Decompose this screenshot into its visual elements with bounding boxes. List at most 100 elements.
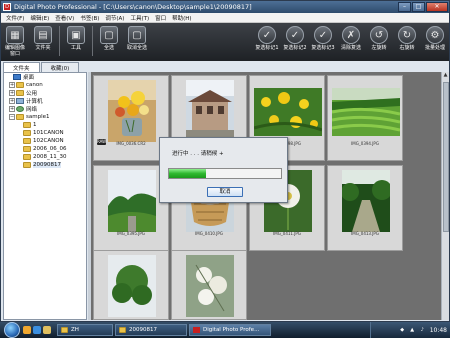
clear-check-button[interactable]: ✗ 清除复选 bbox=[337, 26, 365, 51]
progress-bar bbox=[168, 168, 282, 179]
tree-item-public[interactable]: + 公用 bbox=[4, 89, 86, 97]
menu-file[interactable]: 文件(F) bbox=[3, 14, 27, 22]
dpp-app-icon bbox=[193, 327, 200, 333]
select-all-label: 全选 bbox=[103, 45, 114, 51]
progress-message: 进行中 . . . 请稍候 + bbox=[172, 151, 224, 157]
computer-icon bbox=[16, 98, 24, 104]
check-mark-2-button[interactable]: ✓ 复选标记2 bbox=[281, 26, 309, 51]
menu-window[interactable]: 窗口 bbox=[152, 14, 169, 22]
collapse-icon[interactable]: − bbox=[9, 114, 15, 120]
check-mark-3-button[interactable]: ✓ 复选标记3 bbox=[309, 26, 337, 51]
rotate-left-label: 左旋转 bbox=[371, 45, 387, 51]
photo-tea-field bbox=[332, 88, 400, 136]
check-mark-1-icon: ✓ bbox=[258, 26, 276, 44]
check-mark-3-icon: ✓ bbox=[314, 26, 332, 44]
thumbnail-caption: IMG_0411.JPG bbox=[273, 231, 301, 236]
batch-process-button[interactable]: ⚙ 批量处理 bbox=[421, 26, 449, 51]
taskbar-item-label: ZH bbox=[71, 327, 79, 333]
folder-label: 文件夹 bbox=[35, 45, 51, 51]
menu-help[interactable]: 帮助(H) bbox=[169, 14, 194, 22]
folder-icon bbox=[16, 82, 24, 88]
cancel-button[interactable]: 取消 bbox=[207, 187, 243, 197]
scrollbar-thumb[interactable] bbox=[443, 82, 449, 232]
tree-item-desktop[interactable]: 桌面 bbox=[4, 73, 86, 81]
folder-icon bbox=[23, 146, 31, 152]
tool-palette-icon: ▣ bbox=[67, 26, 85, 44]
window-controls: – □ ✕ bbox=[397, 1, 448, 13]
taskbar-item-label: 20090817 bbox=[129, 327, 157, 333]
expand-icon[interactable]: + bbox=[9, 82, 15, 88]
tree-item-20090817[interactable]: 20090817 bbox=[4, 161, 86, 169]
taskbar-item-zh[interactable]: ZH bbox=[57, 324, 113, 336]
rotate-left-button[interactable]: ↺ 左旋转 bbox=[365, 26, 393, 51]
tool-palette-button[interactable]: ▣ 工具 bbox=[62, 26, 90, 51]
minimize-button[interactable]: – bbox=[398, 1, 411, 12]
taskbar-item-20090817[interactable]: 20090817 bbox=[115, 324, 187, 336]
check-mark-1-button[interactable]: ✓ 复选标记1 bbox=[253, 26, 281, 51]
menu-edit[interactable]: 编辑(E) bbox=[27, 14, 52, 22]
network-status-icon[interactable]: ▲ bbox=[409, 327, 416, 334]
check-mark-2-icon: ✓ bbox=[286, 26, 304, 44]
explorer-icon[interactable] bbox=[43, 326, 51, 334]
tree-item-2006-06-06[interactable]: 2006_06_06 bbox=[4, 145, 86, 153]
select-all-button[interactable]: ▢ 全选 bbox=[95, 26, 123, 51]
taskbar: ZH 20090817 Digital Photo Profe... ◆ ▲ ♪… bbox=[0, 322, 450, 338]
tab-folder[interactable]: 文件夹 bbox=[3, 62, 40, 72]
thumbnail-cell[interactable]: IMG_0394.JPG bbox=[327, 75, 403, 161]
menu-adjust[interactable]: 调节(A) bbox=[102, 14, 127, 22]
start-button[interactable] bbox=[4, 322, 20, 338]
tree-item-label: 计算机 bbox=[26, 99, 43, 105]
maximize-button[interactable]: □ bbox=[412, 1, 425, 12]
tree-item-network[interactable]: + 网络 bbox=[4, 105, 86, 113]
deselect-all-button[interactable]: ▢ 取消全选 bbox=[123, 26, 151, 51]
folder-button[interactable]: ▤ 文件夹 bbox=[29, 26, 57, 51]
tool-palette-label: 工具 bbox=[70, 45, 81, 51]
menu-tools[interactable]: 工具(T) bbox=[127, 14, 152, 22]
photo-white-blossom bbox=[186, 255, 234, 317]
select-all-icon: ▢ bbox=[100, 26, 118, 44]
clock[interactable]: 10:48 bbox=[430, 327, 447, 334]
tree-item-canon[interactable]: + canon bbox=[4, 81, 86, 89]
tree-item-102canon[interactable]: 102CANON bbox=[4, 137, 86, 145]
expand-icon[interactable]: + bbox=[9, 98, 15, 104]
thumbnail-cell[interactable]: RAW IMG_0036.CR2 bbox=[93, 75, 169, 161]
title-bar[interactable]: D Digital Photo Professional - [C:\Users… bbox=[1, 1, 449, 13]
tree-item-label: 1 bbox=[33, 122, 37, 128]
thumbnail-cell[interactable]: IMG_0395.JPG bbox=[93, 165, 169, 251]
desktop-icon bbox=[13, 74, 21, 80]
rotate-right-button[interactable]: ↻ 右旋转 bbox=[393, 26, 421, 51]
clear-check-label: 清除复选 bbox=[340, 45, 361, 51]
thumbnail-cell[interactable] bbox=[171, 250, 247, 320]
rotate-right-icon: ↻ bbox=[398, 26, 416, 44]
thumbnail-caption: IMG_0395.JPG bbox=[117, 231, 145, 236]
taskbar-item-dpp[interactable]: Digital Photo Profe... bbox=[189, 324, 271, 336]
language-icon[interactable]: ◆ bbox=[399, 327, 406, 334]
check-mark-2-label: 复选标记2 bbox=[283, 45, 307, 51]
tree-item-computer[interactable]: + 计算机 bbox=[4, 97, 86, 105]
menu-bookmark[interactable]: 书签(B) bbox=[77, 14, 102, 22]
check-mark-1-label: 复选标记1 bbox=[255, 45, 279, 51]
tree-item-label: 桌面 bbox=[23, 75, 35, 81]
scroll-up-icon[interactable]: ▲ bbox=[442, 72, 449, 80]
expand-icon[interactable]: + bbox=[9, 106, 15, 112]
tree-item-1[interactable]: 1 bbox=[4, 121, 86, 129]
thumbnail-scrollbar[interactable]: ▲ bbox=[441, 72, 449, 320]
tree-item-101canon[interactable]: 101CANON bbox=[4, 129, 86, 137]
tree-item-sample1[interactable]: − sample1 bbox=[4, 113, 86, 121]
thumbnail-cell[interactable] bbox=[93, 250, 169, 320]
rotate-left-icon: ↺ bbox=[370, 26, 388, 44]
volume-icon[interactable]: ♪ bbox=[419, 327, 426, 334]
edit-window-button[interactable]: ▦ 编辑图像 窗口 bbox=[1, 26, 29, 57]
window-title: Digital Photo Professional - [C:\Users\c… bbox=[14, 3, 252, 11]
folder-icon bbox=[23, 162, 31, 168]
clear-check-icon: ✗ bbox=[342, 26, 360, 44]
thumbnail-cell[interactable]: IMG_0413.JPG bbox=[327, 165, 403, 251]
expand-icon[interactable]: + bbox=[9, 90, 15, 96]
tab-favorites[interactable]: 收藏(0) bbox=[40, 62, 80, 72]
show-desktop-icon[interactable] bbox=[23, 326, 31, 334]
ie-icon[interactable] bbox=[33, 326, 41, 334]
tree-item-2008-11-30[interactable]: 2008_11_30 bbox=[4, 153, 86, 161]
close-button[interactable]: ✕ bbox=[426, 1, 448, 12]
toolbar-divider bbox=[59, 26, 60, 56]
menu-view[interactable]: 查看(V) bbox=[52, 14, 77, 22]
